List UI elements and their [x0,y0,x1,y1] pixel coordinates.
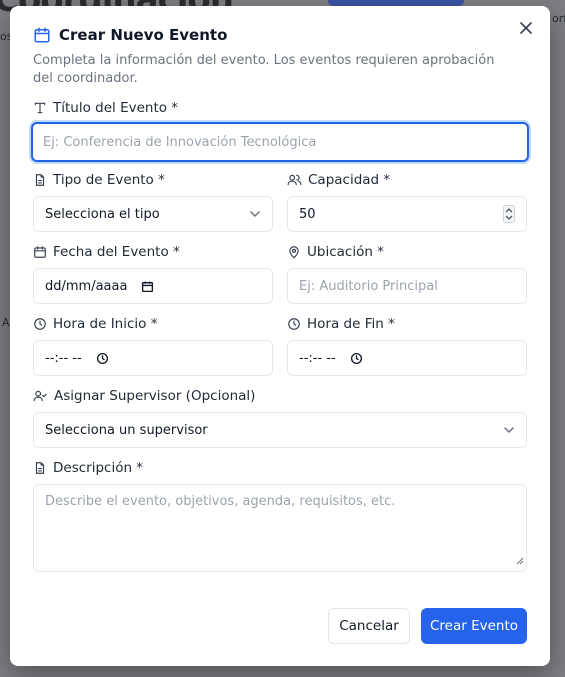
user-check-icon [33,389,48,403]
start-time-value: --:-- -- [45,350,82,366]
capacity-label-text: Capacidad * [308,172,391,188]
end-time-value: --:-- -- [299,350,336,366]
start-time-label: Hora de Inicio * [33,316,157,332]
cancel-button[interactable]: Cancelar [328,608,410,644]
description-textarea[interactable]: Describe el evento, objetivos, agenda, r… [33,484,527,572]
event-type-value: Selecciona el tipo [45,206,160,222]
event-type-select[interactable]: Selecciona el tipo [33,196,273,232]
capacity-value: 50 [299,206,316,222]
date-label-text: Fecha del Evento * [53,244,180,260]
description-placeholder: Describe el evento, objetivos, agenda, r… [45,494,396,509]
supervisor-select[interactable]: Selecciona un supervisor [33,412,527,448]
location-placeholder: Ej: Auditorio Principal [299,278,438,294]
create-event-button[interactable]: Crear Evento [421,608,527,644]
supervisor-label: Asignar Supervisor (Opcional) [33,388,255,404]
description-label: Descripción * [33,460,143,476]
background-text: orfi [552,12,565,25]
create-event-dialog: Crear Nuevo Evento Completa la informaci… [10,6,550,666]
dialog-description: Completa la información del evento. Los … [33,53,495,86]
date-label: Fecha del Evento * [33,244,180,260]
event-date-value: dd/mm/aaaa [45,278,128,294]
calendar-icon [33,26,51,44]
event-date-input[interactable]: dd/mm/aaaa [33,268,273,304]
map-pin-icon [287,245,301,259]
type-label: Tipo de Evento * [33,172,165,188]
clock-icon[interactable] [96,352,109,365]
event-title-input[interactable]: Ej: Conferencia de Innovación Tecnológic… [31,122,529,162]
end-time-label: Hora de Fin * [287,316,395,332]
capacity-label: Capacidad * [287,172,390,188]
description-label-text: Descripción * [53,460,144,476]
close-icon [520,22,532,34]
calendar-icon [33,245,47,259]
users-icon [287,173,302,187]
start-time-input[interactable]: --:-- -- [33,340,273,376]
background-text: A [2,316,10,329]
location-label-text: Ubicación * [307,244,384,260]
type-label-text: Tipo de Evento * [53,172,165,188]
chevron-down-icon [249,208,261,220]
event-title-placeholder: Ej: Conferencia de Innovación Tecnológic… [43,134,317,150]
text-icon [33,101,47,115]
start-time-label-text: Hora de Inicio * [53,316,158,332]
resize-handle-icon[interactable] [516,554,524,569]
chevron-down-icon [503,424,515,436]
supervisor-label-text: Asignar Supervisor (Opcional) [54,388,256,404]
end-time-label-text: Hora de Fin * [307,316,395,332]
dialog-header: Crear Nuevo Evento [33,26,227,44]
supervisor-value: Selecciona un supervisor [45,422,208,438]
location-label: Ubicación * [287,244,384,260]
location-input[interactable]: Ej: Auditorio Principal [287,268,527,304]
clock-icon [287,317,301,331]
file-icon [33,461,47,475]
close-button[interactable] [516,18,536,38]
calendar-picker-icon[interactable] [141,280,154,293]
clock-icon [33,317,47,331]
end-time-input[interactable]: --:-- -- [287,340,527,376]
title-label-text: Título del Evento * [53,100,179,116]
clock-icon[interactable] [350,352,363,365]
dialog-title: Crear Nuevo Evento [59,26,228,44]
file-icon [33,173,47,187]
title-label: Título del Evento * [33,100,178,116]
spinner-icon[interactable] [503,205,515,223]
capacity-input[interactable]: 50 [287,196,527,232]
